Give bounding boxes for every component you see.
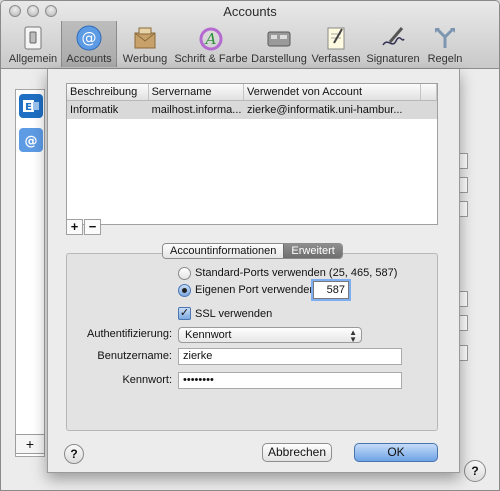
junk-mail-icon [131, 24, 159, 52]
table-cell-account: zierke@informatik.uni-hambur... [247, 104, 403, 116]
toolbar-item-fonts-colors[interactable]: A Schrift & Farbe [173, 21, 249, 67]
tab-account-information[interactable]: Accountinformationen [163, 244, 284, 258]
toolbar-item-accounts[interactable]: @ Accounts [61, 21, 117, 67]
toolbar-label-signatures: Signaturen [366, 53, 420, 65]
popup-arrows-icon: ▲ ▼ [349, 328, 357, 344]
cancel-button[interactable]: Abbrechen [262, 443, 332, 462]
smtp-server-list-sheet: Beschreibung Servername Verwendet von Ac… [47, 69, 460, 473]
preferences-toolbar: Allgemein @ Accounts Werbung A Schrift &… [5, 21, 467, 67]
title-bar: Accounts Allgemein @ Accounts Werbung A … [1, 1, 499, 69]
accounts-sidebar: E @ [15, 89, 45, 457]
username-label: Benutzername: [97, 350, 172, 362]
exchange-account-icon[interactable]: E [19, 94, 43, 118]
rules-icon [431, 24, 459, 52]
password-label: Kennwort: [122, 374, 172, 386]
general-switch-icon [19, 24, 47, 52]
toolbar-label-fonts-colors: Schrift & Farbe [174, 53, 248, 65]
remove-server-button[interactable]: − [84, 219, 101, 235]
smtp-server-table: Beschreibung Servername Verwendet von Ac… [66, 83, 438, 225]
svg-text:@: @ [82, 29, 97, 47]
viewing-icon [265, 24, 293, 52]
custom-port-radio[interactable] [178, 284, 191, 297]
column-header-description[interactable]: Beschreibung [67, 84, 149, 100]
ok-button[interactable]: OK [354, 443, 438, 462]
toolbar-label-junk: Werbung [122, 53, 168, 65]
toolbar-item-junk[interactable]: Werbung [117, 21, 173, 67]
svg-text:A: A [204, 30, 217, 48]
background-help-button[interactable]: ? [464, 460, 486, 482]
authentication-popup[interactable]: Kennwort ▲ ▼ [178, 327, 362, 344]
ssl-label: SSL verwenden [195, 308, 273, 320]
ssl-checkbox[interactable]: ✓ [178, 307, 191, 320]
table-row[interactable]: Informatik mailhost.informa... zierke@in… [67, 101, 437, 119]
column-header-used-by-account[interactable]: Verwendet von Account [244, 84, 422, 100]
add-server-button[interactable]: + [66, 219, 83, 235]
fonts-colors-icon: A [197, 24, 225, 52]
toolbar-item-general[interactable]: Allgemein [5, 21, 61, 67]
add-account-button[interactable]: + [15, 434, 45, 454]
toolbar-label-viewing: Darstellung [251, 53, 307, 65]
toolbar-item-composing[interactable]: Verfassen [309, 21, 363, 67]
composing-icon [322, 24, 350, 52]
standard-ports-radio[interactable] [178, 267, 191, 280]
table-cell-description: Informatik [70, 104, 119, 116]
settings-tab-control: Accountinformationen Erweitert [162, 243, 343, 259]
column-header-servername[interactable]: Servername [149, 84, 245, 100]
toolbar-item-signatures[interactable]: Signaturen [363, 21, 423, 67]
sheet-help-button[interactable]: ? [64, 444, 84, 464]
imap-account-icon[interactable]: @ [19, 128, 43, 152]
toolbar-item-viewing[interactable]: Darstellung [249, 21, 309, 67]
tab-advanced[interactable]: Erweitert [283, 244, 342, 258]
toolbar-label-general: Allgemein [8, 53, 58, 65]
toolbar-label-composing: Verfassen [311, 53, 361, 65]
username-field[interactable]: zierke [178, 348, 402, 365]
standard-ports-label: Standard-Ports verwenden (25, 465, 587) [195, 267, 398, 279]
svg-text:@: @ [25, 134, 38, 149]
authentication-label: Authentifizierung: [87, 328, 172, 340]
table-cell-servername: mailhost.informa... [151, 104, 242, 116]
at-sign-icon: @ [75, 24, 103, 52]
column-header-empty [421, 84, 437, 100]
custom-port-input[interactable]: 587 [313, 281, 349, 299]
toolbar-item-rules[interactable]: Regeln [423, 21, 467, 67]
toolbar-label-accounts: Accounts [66, 53, 112, 65]
password-field[interactable]: •••••••• [178, 372, 402, 389]
preferences-window: Accounts Allgemein @ Accounts Werbung A … [0, 0, 500, 491]
toolbar-label-rules: Regeln [427, 53, 463, 65]
window-title: Accounts [223, 4, 277, 19]
signature-pen-icon [379, 24, 407, 52]
table-header: Beschreibung Servername Verwendet von Ac… [67, 84, 437, 101]
custom-port-label: Eigenen Port verwenden: [195, 284, 319, 296]
authentication-value: Kennwort [185, 329, 232, 341]
svg-text:E: E [25, 102, 32, 113]
